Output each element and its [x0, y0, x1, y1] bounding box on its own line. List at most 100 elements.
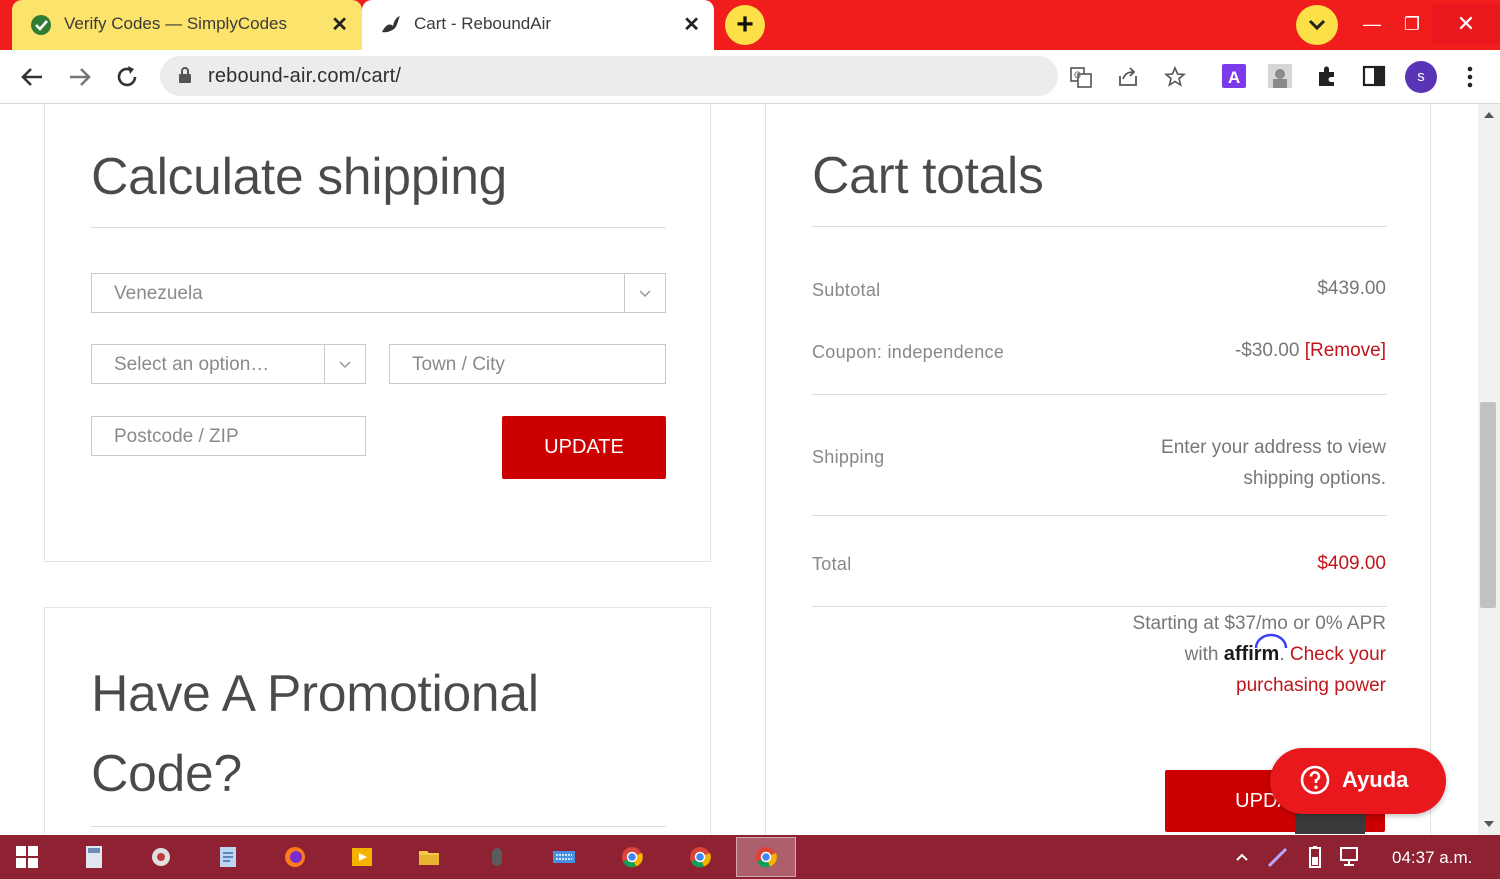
shipping-info-line1: Enter your address to view [1161, 437, 1386, 458]
help-label: Ayuda [1342, 767, 1409, 792]
chrome-profile-icon[interactable] [688, 845, 712, 869]
chevron-down-icon [339, 361, 351, 369]
subtotal-value: $439.00 [1317, 278, 1386, 299]
extension-photo-icon[interactable] [1268, 64, 1292, 88]
back-arrow-icon[interactable] [16, 60, 50, 94]
chevron-up-icon[interactable] [1234, 851, 1250, 863]
scroll-up-arrow-icon[interactable] [1484, 112, 1494, 118]
affirm-arc-icon [1254, 633, 1287, 649]
mouse-icon[interactable] [485, 845, 509, 869]
divider [91, 826, 666, 827]
extension-a-icon[interactable]: A [1222, 64, 1246, 88]
close-window-button[interactable]: ✕ [1432, 4, 1500, 44]
chevron-down-icon [1308, 19, 1326, 31]
affirm-with-text: with [1184, 644, 1219, 665]
more-menu-icon[interactable] [1460, 64, 1480, 90]
remove-coupon-link[interactable]: [Remove] [1305, 340, 1386, 361]
app-settings-icon[interactable] [149, 845, 173, 869]
calculate-shipping-heading: Calculate shipping [91, 148, 508, 206]
question-circle-icon [1300, 765, 1330, 795]
firefox-icon[interactable] [283, 845, 307, 869]
divider [812, 606, 1387, 607]
city-placeholder: Town / City [412, 354, 505, 375]
country-select[interactable]: Venezuela [91, 273, 666, 313]
taskbar-clock[interactable]: 04:37 a.m. [1392, 848, 1472, 868]
coupon-discount: -$30.00 [1234, 340, 1300, 361]
file-explorer-icon[interactable] [417, 845, 441, 869]
tab-search-button[interactable] [1296, 5, 1338, 45]
pen-icon[interactable] [1266, 845, 1290, 869]
divider [91, 227, 666, 228]
side-panel-icon[interactable] [1362, 64, 1386, 88]
divider [812, 226, 1387, 227]
lock-icon[interactable] [178, 67, 192, 83]
close-tab-icon[interactable]: ✕ [331, 12, 348, 37]
check-purchasing-power-link[interactable]: Check your [1290, 644, 1386, 665]
page-viewport: Calculate shipping Venezuela Select an o… [0, 104, 1478, 835]
shipping-label: Shipping [812, 447, 885, 467]
vertical-scrollbar[interactable] [1478, 104, 1500, 835]
help-button[interactable]: Ayuda [1270, 748, 1446, 814]
chrome-active-icon[interactable] [754, 845, 778, 869]
browser-toolbar: rebound-air.com/cart/ G A s [0, 50, 1500, 104]
chevron-down-icon [639, 290, 651, 298]
windows-taskbar: 04:37 a.m. [0, 835, 1500, 879]
promo-heading-line2: Code? [91, 745, 242, 803]
city-input[interactable]: Town / City [389, 344, 666, 384]
extensions-puzzle-icon[interactable] [1315, 64, 1339, 88]
promo-heading-line1: Have A Promotional [91, 665, 539, 723]
restore-window-button[interactable]: ❐ [1390, 4, 1434, 44]
shipping-info: Enter your address to view shipping optio… [1161, 432, 1386, 494]
calculator-icon[interactable] [82, 845, 106, 869]
tab-title: Cart - ReboundAir [414, 14, 552, 33]
new-tab-button[interactable]: + [725, 5, 765, 45]
calculate-shipping-panel: Calculate shipping Venezuela Select an o… [44, 104, 711, 562]
scroll-down-arrow-icon[interactable] [1484, 821, 1494, 827]
svg-text:G: G [1074, 70, 1081, 80]
state-placeholder: Select an option… [114, 354, 270, 375]
total-label: Total [812, 554, 852, 574]
update-shipping-button[interactable]: UPDATE [502, 416, 666, 479]
notepad-icon[interactable] [216, 845, 240, 869]
tab-verify-codes[interactable]: Verify Codes — SimplyCodes ✕ [12, 0, 362, 50]
purchasing-power-link[interactable]: purchasing power [1236, 675, 1386, 696]
url-text[interactable]: rebound-air.com/cart/ [208, 65, 401, 88]
coupon-row-value: -$30.00 [Remove] [1235, 340, 1386, 362]
windows-start-icon[interactable] [16, 846, 38, 868]
close-tab-icon[interactable]: ✕ [683, 12, 700, 37]
media-player-icon[interactable] [350, 845, 374, 869]
affirm-promo: Starting at $37/mo or 0% APR with affirm… [1132, 613, 1386, 696]
bookmark-star-icon[interactable] [1164, 66, 1186, 88]
on-screen-keyboard-icon[interactable] [552, 845, 576, 869]
subtotal-label: Subtotal [812, 280, 881, 300]
simplycodes-favicon-icon [31, 15, 51, 35]
address-bar[interactable]: rebound-air.com/cart/ G [160, 56, 1186, 96]
minimize-window-button[interactable]: — [1350, 4, 1394, 44]
postcode-input[interactable]: Postcode / ZIP [91, 416, 366, 456]
select-arrow [324, 345, 365, 383]
reload-icon[interactable] [110, 60, 144, 94]
battery-icon[interactable] [1302, 845, 1326, 869]
select-arrow [624, 274, 665, 312]
promo-code-panel: Have A Promotional Code? [44, 607, 711, 835]
country-value: Venezuela [114, 283, 203, 304]
state-select[interactable]: Select an option… [91, 344, 366, 384]
total-value: $409.00 [1317, 553, 1386, 574]
tab-cart-reboundair[interactable]: Cart - ReboundAir ✕ [362, 0, 714, 50]
reboundair-favicon-icon [382, 16, 400, 33]
shipping-info-line2: shipping options. [1243, 468, 1386, 489]
svg-text:A: A [1228, 68, 1240, 87]
chrome-icon[interactable] [620, 845, 644, 869]
coupon-label: Coupon: independence [812, 342, 1005, 362]
divider [812, 394, 1387, 395]
forward-arrow-icon[interactable] [62, 60, 96, 94]
postcode-placeholder: Postcode / ZIP [114, 426, 239, 447]
share-icon[interactable] [1117, 66, 1139, 88]
translate-icon[interactable]: G [1070, 66, 1092, 88]
scrollbar-thumb[interactable] [1480, 402, 1496, 608]
network-icon[interactable] [1338, 845, 1362, 869]
divider [812, 515, 1387, 516]
profile-avatar[interactable]: s [1405, 61, 1437, 93]
affirm-rate-text: Starting at $37/mo or 0% APR [1132, 613, 1386, 634]
cart-totals-heading: Cart totals [812, 147, 1044, 205]
